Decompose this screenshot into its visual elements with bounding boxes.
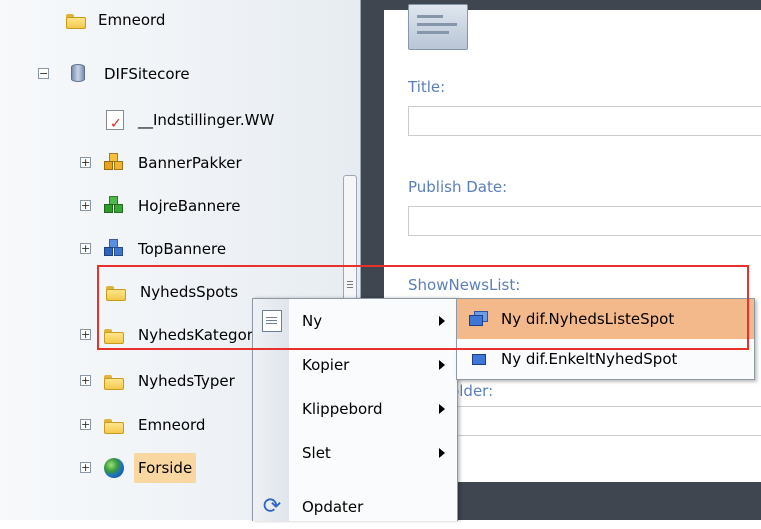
field-label-publish-date: Publish Date: <box>408 178 508 196</box>
folder-icon <box>106 282 126 302</box>
expand-toggle[interactable]: + <box>80 419 91 430</box>
submenu-item-nyhedslistespot[interactable]: Ny dif.NyhedsListeSpot <box>457 299 754 339</box>
globe-icon <box>104 458 124 478</box>
refresh-icon: ⟳ <box>262 494 282 519</box>
database-icon <box>68 64 88 84</box>
expand-toggle[interactable]: + <box>80 462 91 473</box>
menu-item-opdater[interactable]: ⟳ Opdater <box>253 485 457 529</box>
menu-item-kopier[interactable]: Kopier <box>253 343 457 387</box>
menu-item-slet[interactable]: Slet <box>253 431 457 475</box>
submenu-arrow-icon <box>439 448 445 458</box>
template-icon <box>408 4 468 50</box>
folder-icon <box>66 10 86 30</box>
publish-date-input[interactable] <box>408 206 761 236</box>
submenu-arrow-icon <box>439 316 445 326</box>
submenu-item-enkeltnyhedspot[interactable]: Ny dif.EnkeltNyhedSpot <box>457 339 754 379</box>
windows-icon <box>469 311 488 326</box>
title-input[interactable] <box>408 106 761 136</box>
expand-toggle[interactable]: + <box>80 329 91 340</box>
rootfolder-input[interactable] <box>408 406 761 436</box>
window-icon <box>472 354 486 365</box>
new-submenu: Ny dif.NyhedsListeSpot Ny dif.EnkeltNyhe… <box>456 298 755 380</box>
field-label-title: Title: <box>408 78 446 96</box>
submenu-arrow-icon <box>439 404 445 414</box>
folder-icon <box>104 371 124 391</box>
expand-toggle[interactable]: + <box>80 200 91 211</box>
expand-toggle[interactable]: + <box>80 243 91 254</box>
submenu-arrow-icon <box>439 360 445 370</box>
cubes-green-icon <box>104 196 124 216</box>
menu-item-ny[interactable]: Ny <box>253 299 457 343</box>
context-menu: Ny Kopier Klippebord Slet ⟳ Opdater <box>252 298 458 521</box>
menu-item-klippebord[interactable]: Klippebord <box>253 387 457 431</box>
folder-icon <box>104 325 124 345</box>
field-label-shownewslist: ShowNewsList: <box>408 276 521 294</box>
settings-document-icon <box>106 109 126 139</box>
expand-toggle[interactable]: + <box>80 157 91 168</box>
expand-toggle[interactable]: + <box>80 375 91 386</box>
cubes-blue-icon <box>104 239 124 259</box>
folder-icon <box>104 415 124 435</box>
collapse-toggle[interactable]: − <box>38 68 49 79</box>
cubes-yellow-icon <box>104 153 124 173</box>
new-page-icon <box>262 310 282 332</box>
